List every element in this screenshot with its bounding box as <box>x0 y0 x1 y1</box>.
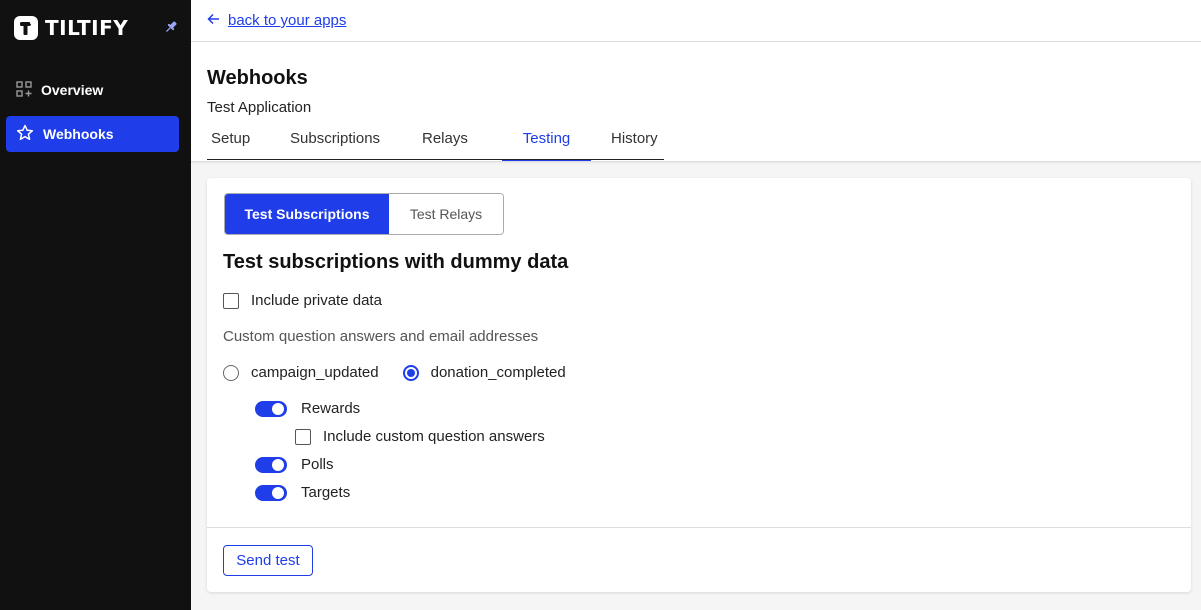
include-private-checkbox[interactable] <box>223 292 239 309</box>
include-private-label: Include private data <box>251 292 382 309</box>
sidebar-item-label: Webhooks <box>43 126 114 142</box>
custom-note-text: Custom question answers and email addres… <box>223 328 539 345</box>
polls-row: Polls <box>255 456 334 473</box>
card-divider <box>207 527 1191 528</box>
sidebar: TILTIFY Overview Webhooks <box>0 0 191 610</box>
sidebar-item-webhooks[interactable]: Webhooks <box>6 116 179 152</box>
polls-label: Polls <box>301 456 334 473</box>
targets-label: Targets <box>301 484 351 501</box>
include-custom-row: Include custom question answers <box>295 428 545 445</box>
top-bar: back to your apps <box>191 0 1201 42</box>
rewards-label: Rewards <box>301 400 361 417</box>
arrow-left-icon <box>207 12 220 29</box>
donation-completed-label: donation_completed <box>430 364 566 381</box>
sidebar-item-overview[interactable]: Overview <box>6 72 179 108</box>
tab-relays[interactable]: Relays <box>418 127 502 160</box>
send-test-button[interactable]: Send test <box>223 545 313 576</box>
campaign-updated-label: campaign_updated <box>251 364 379 381</box>
test-relays-tab[interactable]: Test Relays <box>389 194 503 234</box>
sidebar-item-label: Overview <box>41 82 104 98</box>
back-to-apps-link[interactable]: back to your apps <box>207 12 346 29</box>
section-title: Test subscriptions with dummy data <box>223 251 569 273</box>
targets-row: Targets <box>255 484 350 501</box>
star-icon <box>16 124 34 145</box>
testing-card: Test Subscriptions Test Relays Test subs… <box>207 178 1191 592</box>
tab-bar: Setup Subscriptions Relays Testing Histo… <box>207 127 664 161</box>
tiltify-logo-icon <box>14 16 38 40</box>
tab-subscriptions[interactable]: Subscriptions <box>286 127 418 160</box>
tab-testing[interactable]: Testing <box>502 127 591 161</box>
page-title: Webhooks <box>207 67 308 89</box>
event-type-radio-group: campaign_updated donation_completed <box>223 364 566 381</box>
brand-logo[interactable]: TILTIFY <box>14 16 128 40</box>
page-subtitle: Test Application <box>207 99 312 116</box>
polls-toggle[interactable] <box>255 456 287 473</box>
brand-name: TILTIFY <box>45 16 129 40</box>
grid-plus-icon <box>16 80 32 100</box>
campaign-updated-radio[interactable] <box>223 364 239 381</box>
include-private-row: Include private data <box>223 292 382 309</box>
include-custom-checkbox[interactable] <box>295 428 311 445</box>
test-type-segmented-control: Test Subscriptions Test Relays <box>224 193 504 235</box>
include-custom-label: Include custom question answers <box>323 428 545 445</box>
page-header: Webhooks Test Application Setup Subscrip… <box>191 42 1201 162</box>
donation-completed-radio[interactable] <box>402 364 419 381</box>
rewards-toggle[interactable] <box>255 400 287 417</box>
tab-history[interactable]: History <box>591 127 664 160</box>
rewards-row: Rewards <box>255 400 360 417</box>
targets-toggle[interactable] <box>255 484 287 501</box>
custom-note: Custom question answers and email addres… <box>223 328 538 345</box>
tab-setup[interactable]: Setup <box>207 127 286 160</box>
test-subscriptions-tab[interactable]: Test Subscriptions <box>225 194 389 234</box>
pin-icon[interactable] <box>163 19 179 35</box>
back-link-label: back to your apps <box>228 12 347 29</box>
